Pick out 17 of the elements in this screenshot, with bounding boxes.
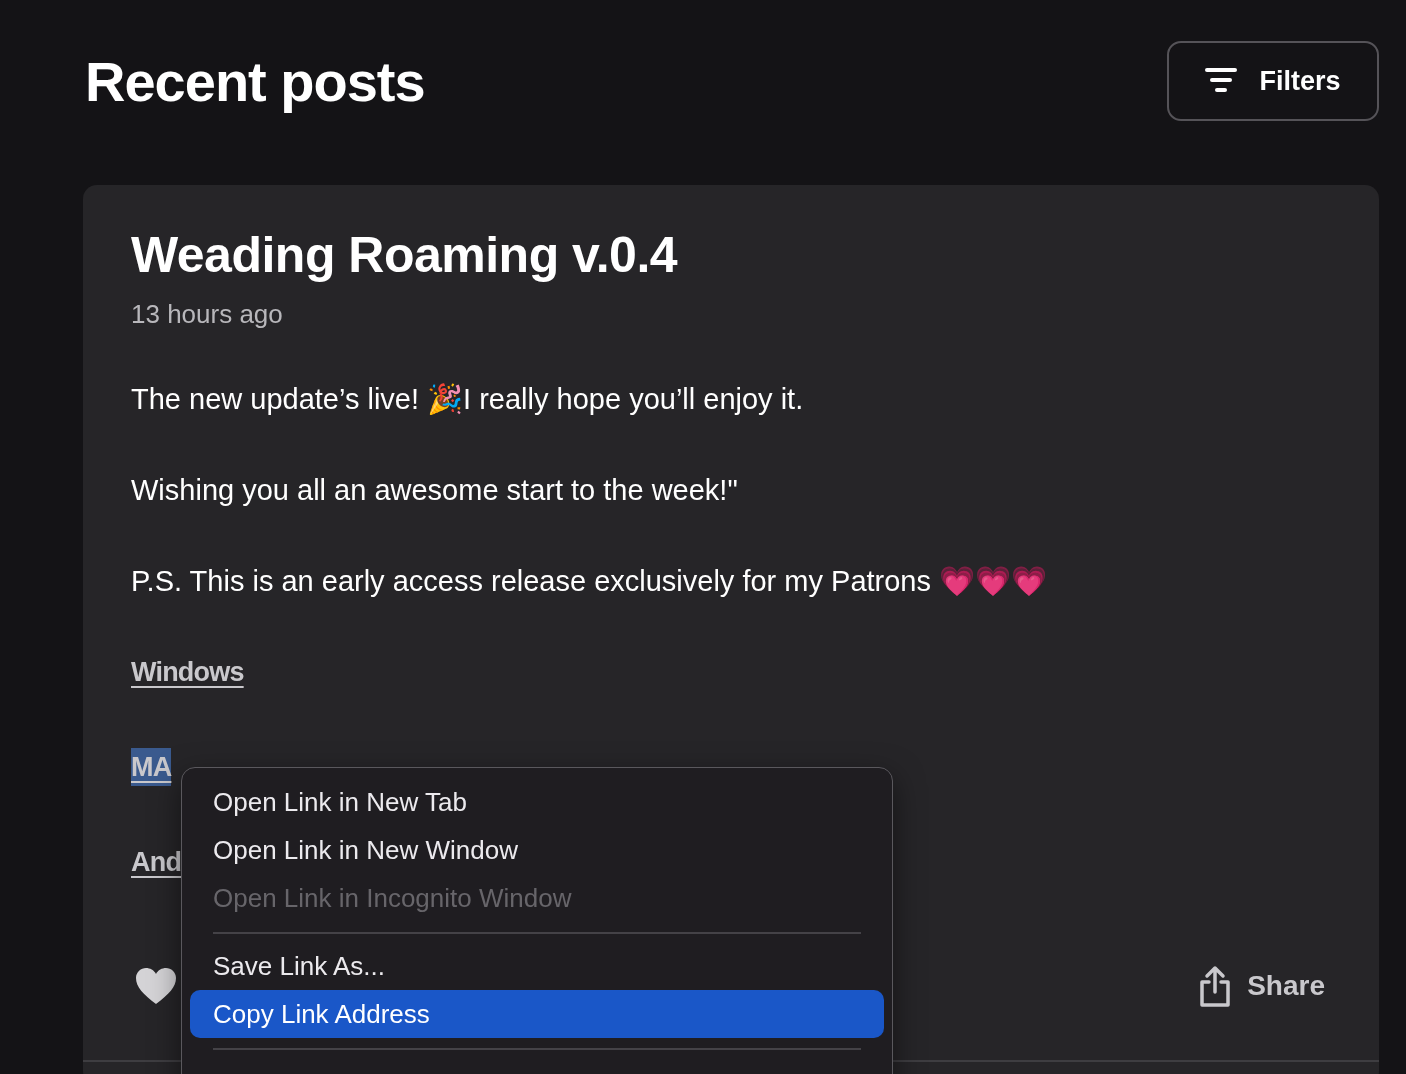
filter-icon — [1205, 68, 1238, 94]
menu-item[interactable]: Copy Link Address — [190, 990, 884, 1038]
download-link[interactable]: Windows — [131, 657, 244, 687]
post-paragraph: P.S. This is an early access release exclusively for my Patrons 💗💗💗 — [131, 564, 1049, 599]
post-paragraph: Wishing you all an awesome start to the week!" — [131, 473, 739, 508]
menu-item[interactable]: Open Link in New Window — [190, 826, 884, 874]
post-paragraph: The new update’s live! 🎉I really hope you’ll enjoy it. — [131, 382, 805, 417]
share-button[interactable]: Share — [1193, 964, 1331, 1008]
post-time: 13 hours ago — [131, 298, 284, 331]
page-title: Recent posts — [85, 48, 425, 114]
filters-button[interactable]: Filters — [1167, 41, 1379, 121]
menu-item[interactable]: Open Link in New Tab — [190, 778, 884, 826]
menu-item[interactable]: Save Link As... — [190, 942, 884, 990]
share-icon — [1199, 965, 1232, 1007]
post-title: Weading Roaming v.0.4 — [131, 226, 679, 285]
heart-icon[interactable] — [135, 967, 177, 1005]
download-link[interactable]: And — [131, 847, 182, 877]
